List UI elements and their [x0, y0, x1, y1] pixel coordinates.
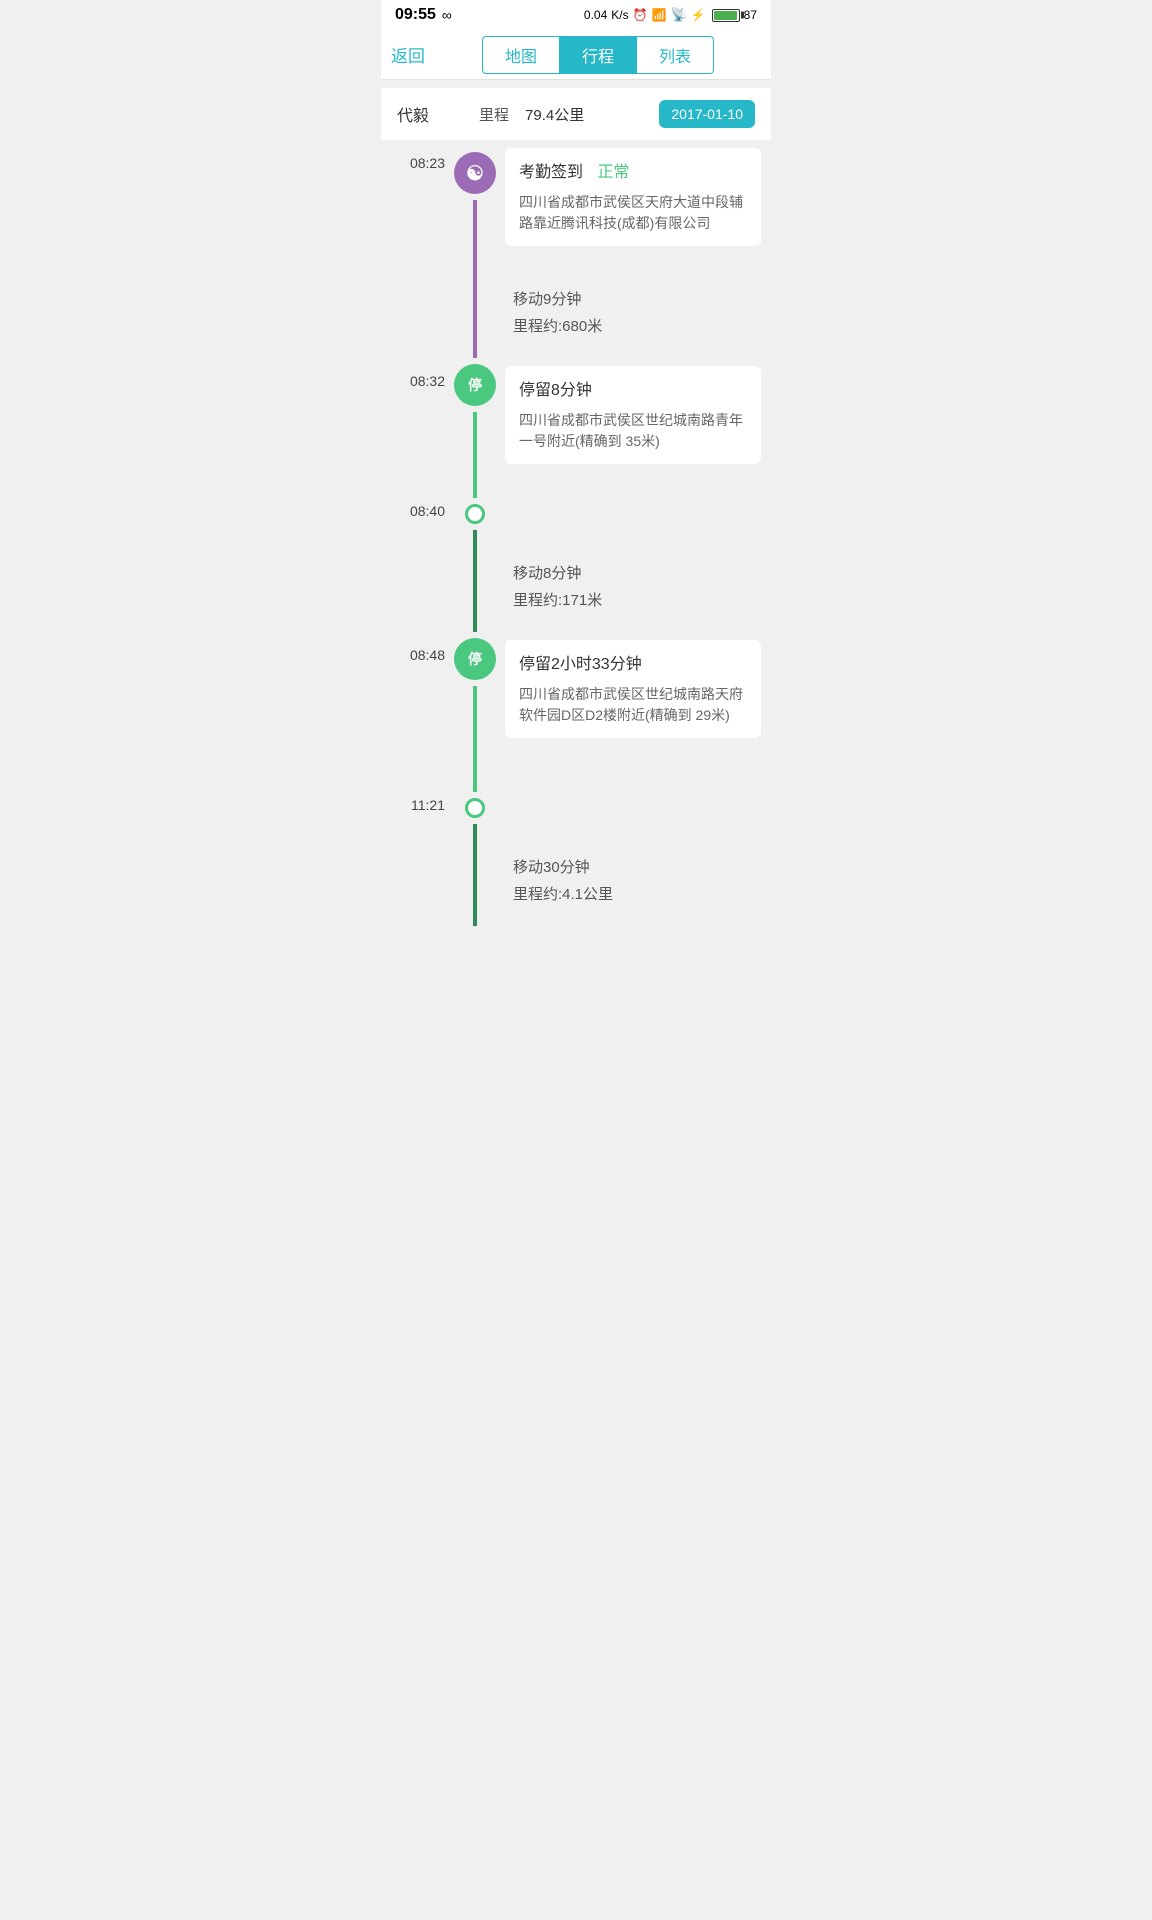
move-card: 移动8分钟 里程约:171米 — [505, 550, 761, 624]
list-item: 08:40 — [381, 488, 771, 540]
status-bar: 09:55 ∞ 0.04 K/s ⏰ 📶 📡 ⚡ 87 — [381, 0, 771, 30]
end-node — [465, 798, 485, 818]
signal-icon: 📡 — [671, 7, 687, 23]
line-top — [473, 834, 477, 926]
move-duration: 移动30分钟 — [513, 854, 753, 881]
stop-address: 四川省成都市武侯区世纪城南路天府软件园D区D2楼附近(精确到 29米) — [519, 684, 747, 726]
line-bottom — [473, 200, 477, 260]
list-item: 移动8分钟 里程约:171米 — [381, 540, 771, 632]
line-top — [473, 782, 477, 792]
event-time: 08:48 — [410, 632, 445, 662]
line-top — [473, 540, 477, 632]
line-bottom — [473, 686, 477, 782]
list-item: 08:48 停 停留2小时33分钟 四川省成都市武侯区世纪城南路天府软件园D区D… — [381, 632, 771, 782]
driver-name: 代毅 — [397, 102, 429, 126]
list-item: 08:32 停 停留8分钟 四川省成都市武侯区世纪城南路青年一号附近(精确到 3… — [381, 358, 771, 488]
mileage-value: 79.4公里 — [525, 104, 584, 125]
lightning-icon: ⚡ — [691, 8, 706, 22]
end-node — [465, 504, 485, 524]
move-card: 移动30分钟 里程约:4.1公里 — [505, 844, 761, 918]
battery-value: 87 — [744, 8, 757, 22]
timeline: 08:23 ☯ 考勤签到 正常 四川省成都市武侯区天府大道中段辅路靠近腾讯科技(… — [381, 140, 771, 956]
event-title: 考勤签到 正常 — [519, 160, 747, 186]
event-time: 08:32 — [410, 358, 445, 388]
stop-node: 停 — [454, 638, 496, 680]
stop-address: 四川省成都市武侯区世纪城南路青年一号附近(精确到 35米) — [519, 410, 747, 452]
list-item: 移动30分钟 里程约:4.1公里 — [381, 834, 771, 926]
event-time: 08:23 — [410, 140, 445, 170]
stop-card: 停留8分钟 四川省成都市武侯区世纪城南路青年一号附近(精确到 35米) — [505, 366, 761, 464]
stop-label: 停 — [468, 649, 482, 669]
move-duration: 移动9分钟 — [513, 286, 753, 313]
line-bottom — [473, 412, 477, 488]
status-time: 09:55 — [395, 6, 436, 24]
list-item: 08:23 ☯ 考勤签到 正常 四川省成都市武侯区天府大道中段辅路靠近腾讯科技(… — [381, 140, 771, 260]
stop-title: 停留2小时33分钟 — [519, 652, 747, 678]
line-bottom — [473, 530, 477, 540]
stop-node: 停 — [454, 364, 496, 406]
line-bottom — [473, 824, 477, 834]
list-item: 移动9分钟 里程约:680米 — [381, 260, 771, 358]
event-status: 正常 — [597, 164, 629, 181]
event-address: 四川省成都市武侯区天府大道中段辅路靠近腾讯科技(成都)有限公司 — [519, 192, 747, 234]
line-top — [473, 260, 477, 358]
fingerprint-node: ☯ — [454, 152, 496, 194]
nav-bar: 返回 地图 行程 列表 — [381, 30, 771, 80]
fingerprint-icon: ☯ — [466, 161, 484, 186]
line-top — [473, 488, 477, 498]
move-duration: 移动8分钟 — [513, 560, 753, 587]
tab-map[interactable]: 地图 — [482, 36, 559, 74]
date-badge: 2017-01-10 — [659, 100, 755, 128]
move-distance: 里程约:171米 — [513, 587, 753, 614]
line-top — [473, 140, 477, 146]
stop-card: 停留2小时33分钟 四川省成都市武侯区世纪城南路天府软件园D区D2楼附近(精确到… — [505, 640, 761, 738]
battery-icon — [712, 9, 740, 22]
move-card: 移动9分钟 里程约:680米 — [505, 276, 761, 350]
tab-trip[interactable]: 行程 — [559, 36, 637, 74]
speed-unit: K/s — [611, 8, 628, 22]
info-bar: 代毅 里程 79.4公里 2017-01-10 — [381, 88, 771, 140]
move-distance: 里程约:4.1公里 — [513, 881, 753, 908]
back-button[interactable]: 返回 — [391, 34, 435, 75]
event-time: 08:40 — [410, 488, 445, 518]
event-card: 考勤签到 正常 四川省成都市武侯区天府大道中段辅路靠近腾讯科技(成都)有限公司 — [505, 148, 761, 246]
clock-icon: ⏰ — [633, 8, 648, 22]
tab-group: 地图 行程 列表 — [435, 36, 761, 74]
speed-value: 0.04 — [584, 8, 607, 22]
wifi-icon: 📶 — [652, 8, 667, 22]
move-distance: 里程约:680米 — [513, 313, 753, 340]
mileage-label: 里程 — [479, 104, 509, 125]
event-time: 11:21 — [411, 782, 445, 812]
tab-list[interactable]: 列表 — [637, 36, 714, 74]
stop-title: 停留8分钟 — [519, 378, 747, 404]
stop-label: 停 — [468, 375, 482, 395]
list-item: 11:21 — [381, 782, 771, 834]
network-icon: ∞ — [442, 7, 452, 23]
